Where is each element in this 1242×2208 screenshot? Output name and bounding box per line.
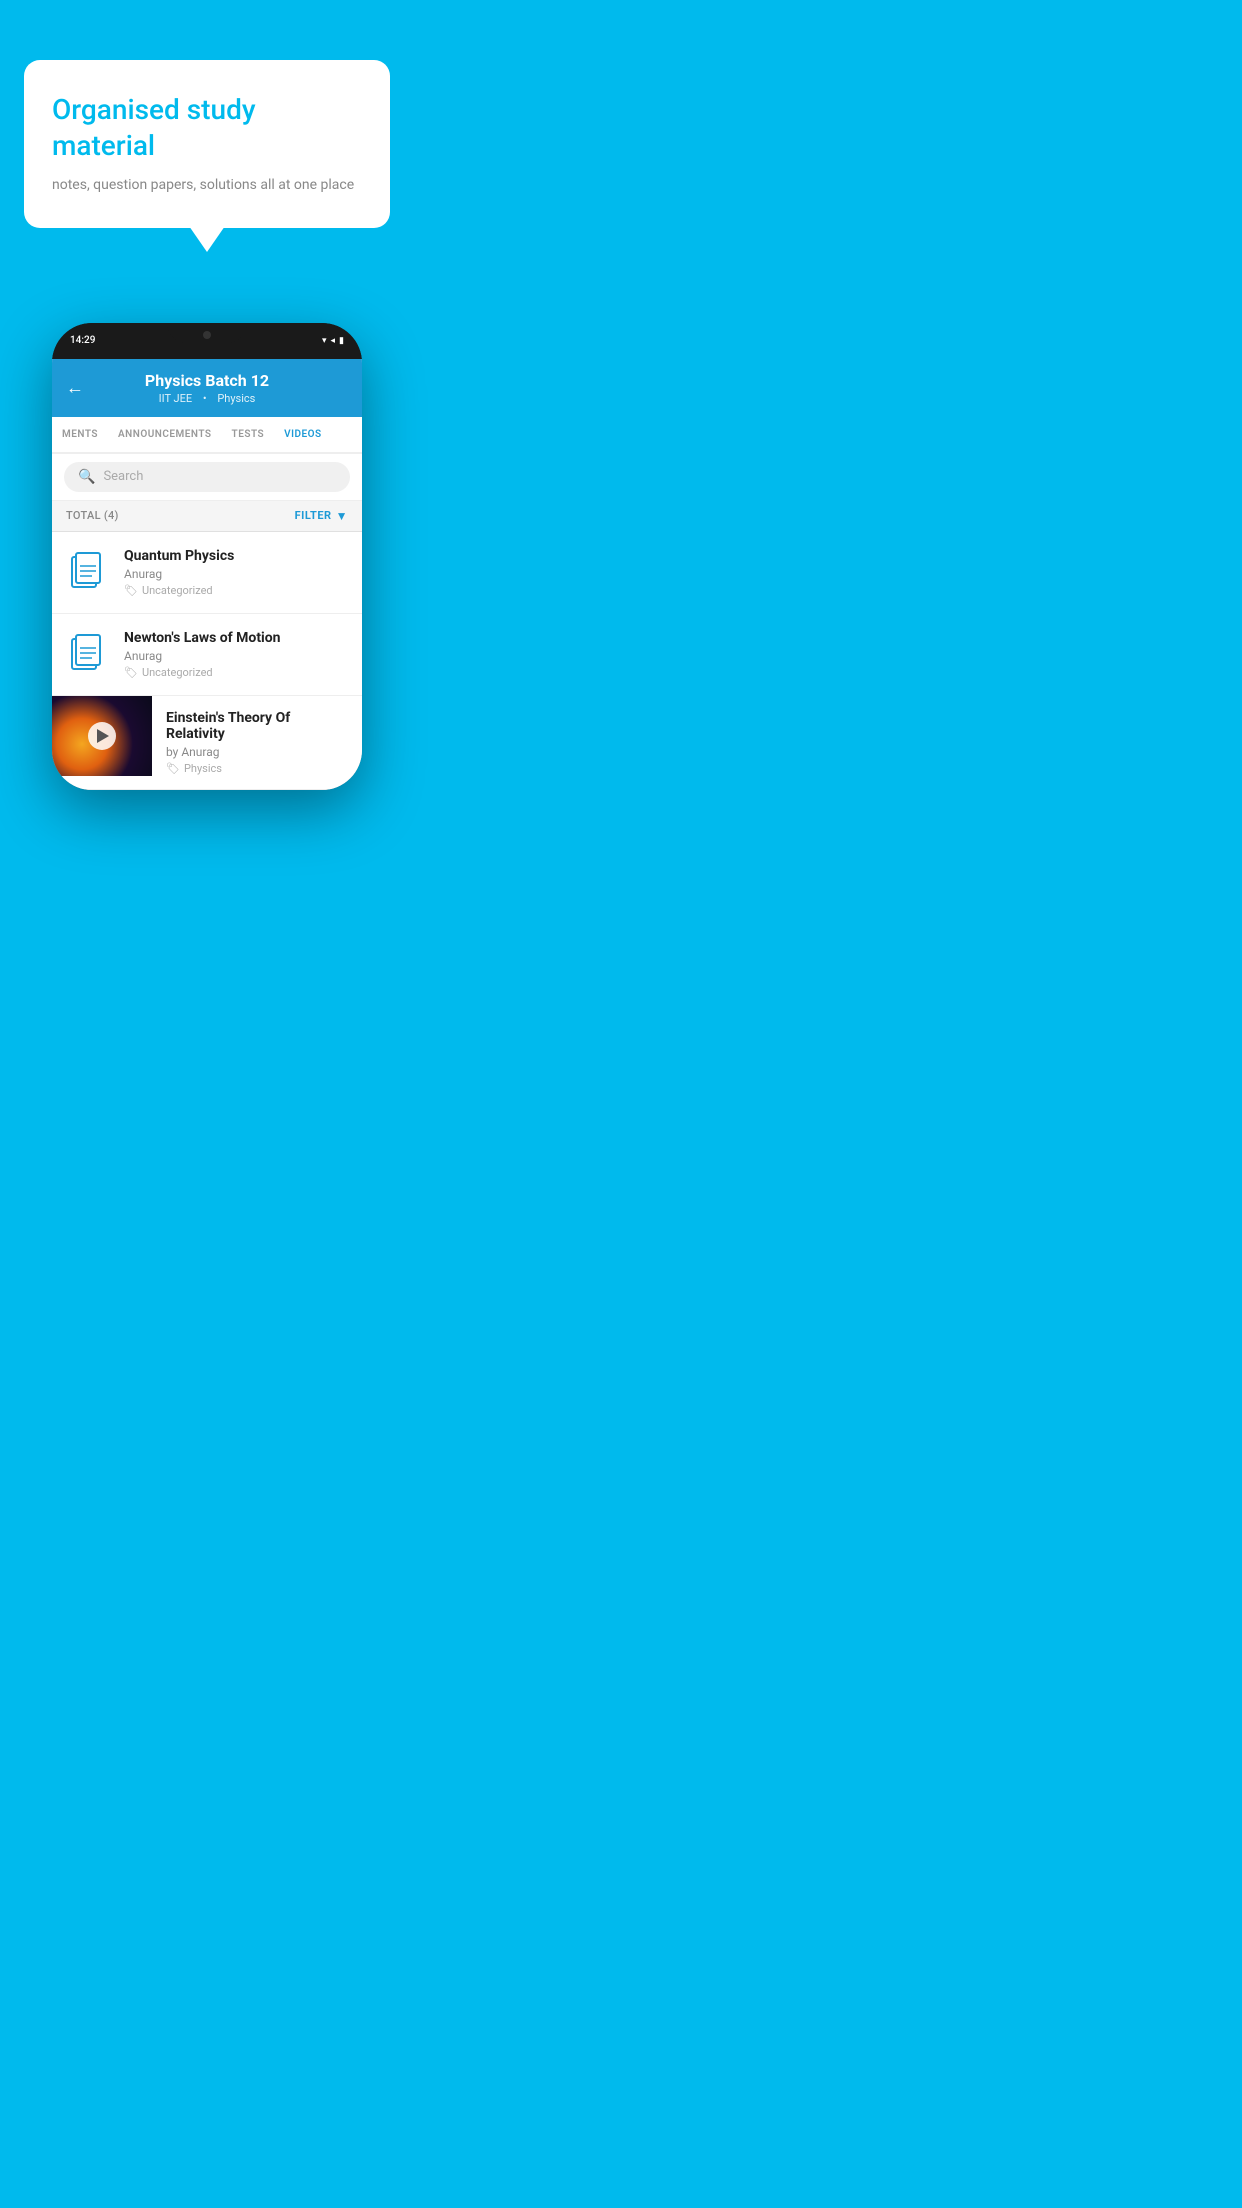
bubble-subtitle: notes, question papers, solutions all at… [52,175,362,196]
filter-row: TOTAL (4) FILTER ▼ [52,501,362,532]
list-item[interactable]: Newton's Laws of Motion Anurag 🏷 Uncateg… [52,614,362,696]
filter-button[interactable]: FILTER ▼ [295,509,348,523]
search-icon: 🔍 [78,469,95,485]
app-header: ← Physics Batch 12 IIT JEE • Physics [52,359,362,417]
video-list: Quantum Physics Anurag 🏷 Uncategorized [52,532,362,790]
thumb-info: Einstein's Theory Of Relativity by Anura… [152,696,362,789]
status-bar: 14:29 ▾ ◂ ▮ [52,323,362,359]
back-button[interactable]: ← [66,377,84,398]
filter-label: FILTER [295,509,332,522]
tab-announcements[interactable]: ANNOUNCEMENTS [108,417,222,452]
item-title: Quantum Physics [124,548,348,564]
wifi-icon: ▾ [322,336,327,346]
phone-screen: ← Physics Batch 12 IIT JEE • Physics MEN… [52,359,362,790]
phone: 14:29 ▾ ◂ ▮ ← Physics Batch 12 IIT JEE •… [52,323,362,790]
tag-icon: 🏷 [166,762,180,775]
phone-container: 14:29 ▾ ◂ ▮ ← Physics Batch 12 IIT JEE •… [0,268,414,790]
subtitle-sep: • [203,392,207,405]
tag-label: Uncategorized [142,666,213,679]
status-time: 14:29 [70,335,95,346]
item-icon [66,632,110,676]
thumb-tag: 🏷 Physics [166,762,348,775]
item-author: Anurag [124,567,348,581]
bubble-title: Organised study material [52,92,362,165]
header-subtitle: IIT JEE • Physics [68,392,346,405]
battery-icon: ▮ [339,336,344,346]
tag-icon: 🏷 [124,666,138,679]
play-triangle-icon [97,729,109,743]
status-icons: ▾ ◂ ▮ [322,336,344,346]
item-info: Newton's Laws of Motion Anurag 🏷 Uncateg… [124,630,348,679]
subtitle-physics: Physics [217,392,255,405]
top-section: Organised study material notes, question… [0,0,414,268]
search-inner[interactable]: 🔍 Search [64,462,350,492]
item-icon [66,550,110,594]
item-author: Anurag [124,649,348,663]
phone-notch [167,323,247,343]
list-item[interactable]: Einstein's Theory Of Relativity by Anura… [52,696,362,790]
search-bar: 🔍 Search [52,454,362,501]
video-thumbnail [52,696,152,776]
item-title: Newton's Laws of Motion [124,630,348,646]
tab-tests[interactable]: TESTS [222,417,275,452]
total-count: TOTAL (4) [66,509,119,522]
list-item[interactable]: Quantum Physics Anurag 🏷 Uncategorized [52,532,362,614]
item-tag: 🏷 Uncategorized [124,666,348,679]
camera [203,331,211,339]
thumb-title: Einstein's Theory Of Relativity [166,710,348,742]
signal-icon: ◂ [331,336,336,346]
subtitle-iitjee: IIT JEE [159,392,192,405]
tag-icon: 🏷 [124,584,138,597]
tag-label: Uncategorized [142,584,213,597]
filter-icon: ▼ [336,509,348,523]
tabs-bar: MENTS ANNOUNCEMENTS TESTS VIDEOS [52,417,362,454]
speech-bubble: Organised study material notes, question… [24,60,390,228]
tag-label: Physics [184,762,222,775]
tab-videos[interactable]: VIDEOS [274,417,332,452]
item-info: Quantum Physics Anurag 🏷 Uncategorized [124,548,348,597]
search-placeholder: Search [103,469,143,484]
play-button[interactable] [88,722,116,750]
header-title: Physics Batch 12 [68,371,346,390]
item-tag: 🏷 Uncategorized [124,584,348,597]
tab-ments[interactable]: MENTS [52,417,108,452]
thumb-author: by Anurag [166,745,348,759]
